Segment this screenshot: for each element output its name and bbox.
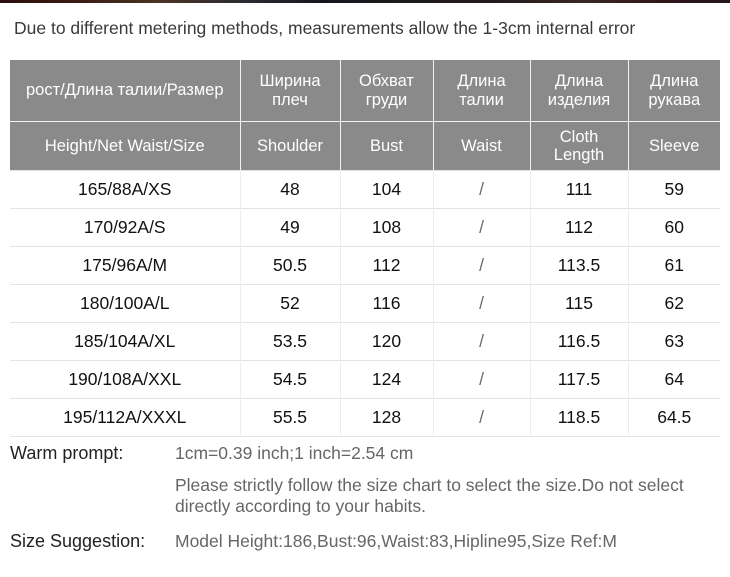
cell-shoulder: 48: [240, 170, 341, 209]
cell-cloth-length: 116.5: [530, 322, 629, 361]
header-en-shoulder: Shoulder: [240, 121, 341, 171]
table-row: 195/112A/XXXL 55.5 128 / 118.5 64.5: [10, 398, 720, 437]
cell-size: 190/108A/XXL: [10, 360, 241, 399]
cell-waist: /: [433, 284, 531, 323]
cell-shoulder: 53.5: [240, 322, 341, 361]
cell-size: 175/96A/M: [10, 246, 241, 285]
header-ru-shoulder: Ширина плеч: [240, 60, 341, 122]
header-ru-bust: Обхват груди: [340, 60, 434, 122]
header-ru-cloth-length: Длина изделия: [530, 60, 629, 122]
cell-sleeve: 60: [628, 208, 720, 247]
size-chart-table: рост/Длина талии/Размер Ширина плеч Обхв…: [10, 60, 720, 437]
cell-cloth-length: 113.5: [530, 246, 629, 285]
table-row: 175/96A/M 50.5 112 / 113.5 61: [10, 246, 720, 285]
size-suggestion-row: Size Suggestion: Model Height:186,Bust:9…: [10, 531, 725, 552]
cell-cloth-length: 111: [530, 170, 629, 209]
instruction-row: Please strictly follow the size chart to…: [10, 475, 725, 516]
header-row-russian: рост/Длина талии/Размер Ширина плеч Обхв…: [10, 60, 720, 122]
cell-bust: 120: [340, 322, 434, 361]
cell-size: 180/100A/L: [10, 284, 241, 323]
header-en-bust: Bust: [340, 121, 434, 171]
cell-shoulder: 54.5: [240, 360, 341, 399]
cell-size: 185/104A/XL: [10, 322, 241, 361]
instruction-text: Please strictly follow the size chart to…: [175, 475, 684, 516]
cell-bust: 108: [340, 208, 434, 247]
cell-size: 195/112A/XXXL: [10, 398, 241, 437]
header-row-english: Height/Net Waist/Size Shoulder Bust Wais…: [10, 121, 720, 171]
cell-bust: 112: [340, 246, 434, 285]
table-row: 170/92A/S 49 108 / 112 60: [10, 208, 720, 247]
header-en-cloth-length: Cloth Length: [530, 121, 629, 171]
image-edge-strip: [0, 0, 730, 3]
cell-shoulder: 52: [240, 284, 341, 323]
cell-cloth-length: 117.5: [530, 360, 629, 399]
cell-cloth-length: 115: [530, 284, 629, 323]
table-body: 165/88A/XS 48 104 / 111 59 170/92A/S 49 …: [10, 170, 720, 437]
cell-bust: 124: [340, 360, 434, 399]
cell-bust: 116: [340, 284, 434, 323]
cell-bust: 104: [340, 170, 434, 209]
cell-shoulder: 49: [240, 208, 341, 247]
cell-bust: 128: [340, 398, 434, 437]
cell-size: 165/88A/XS: [10, 170, 241, 209]
table-row: 190/108A/XXL 54.5 124 / 117.5 64: [10, 360, 720, 399]
header-ru-size: рост/Длина талии/Размер: [10, 60, 241, 122]
cell-sleeve: 61: [628, 246, 720, 285]
warm-prompt-label: Warm prompt:: [10, 443, 124, 463]
cell-waist: /: [433, 398, 531, 437]
cell-shoulder: 55.5: [240, 398, 341, 437]
cell-sleeve: 62: [628, 284, 720, 323]
cell-sleeve: 64: [628, 360, 720, 399]
size-suggestion-label: Size Suggestion:: [10, 531, 146, 552]
cell-shoulder: 50.5: [240, 246, 341, 285]
cell-waist: /: [433, 170, 531, 209]
header-en-waist: Waist: [433, 121, 531, 171]
size-suggestion-value: Model Height:186,Bust:96,Waist:83,Hiplin…: [175, 531, 617, 552]
table-row: 180/100A/L 52 116 / 115 62: [10, 284, 720, 323]
table-row: 165/88A/XS 48 104 / 111 59: [10, 170, 720, 209]
cell-size: 170/92A/S: [10, 208, 241, 247]
cell-sleeve: 64.5: [628, 398, 720, 437]
warm-prompt-row: Warm prompt: 1cm=0.39 inch;1 inch=2.54 c…: [10, 443, 725, 464]
header-ru-waist: Длина талии: [433, 60, 531, 122]
cell-waist: /: [433, 322, 531, 361]
cell-cloth-length: 118.5: [530, 398, 629, 437]
cell-waist: /: [433, 360, 531, 399]
cell-sleeve: 63: [628, 322, 720, 361]
header-en-size: Height/Net Waist/Size: [10, 121, 241, 171]
cell-cloth-length: 112: [530, 208, 629, 247]
unit-conversion-text: 1cm=0.39 inch;1 inch=2.54 cm: [175, 443, 414, 463]
cell-waist: /: [433, 246, 531, 285]
footer-notes: Warm prompt: 1cm=0.39 inch;1 inch=2.54 c…: [10, 443, 725, 552]
cell-waist: /: [433, 208, 531, 247]
table-header: рост/Длина талии/Размер Ширина плеч Обхв…: [10, 60, 720, 171]
header-en-sleeve: Sleeve: [628, 121, 720, 171]
header-ru-sleeve: Длина рукава: [628, 60, 720, 122]
cell-sleeve: 59: [628, 170, 720, 209]
measurement-notice: Due to different metering methods, measu…: [14, 18, 636, 38]
table-row: 185/104A/XL 53.5 120 / 116.5 63: [10, 322, 720, 361]
